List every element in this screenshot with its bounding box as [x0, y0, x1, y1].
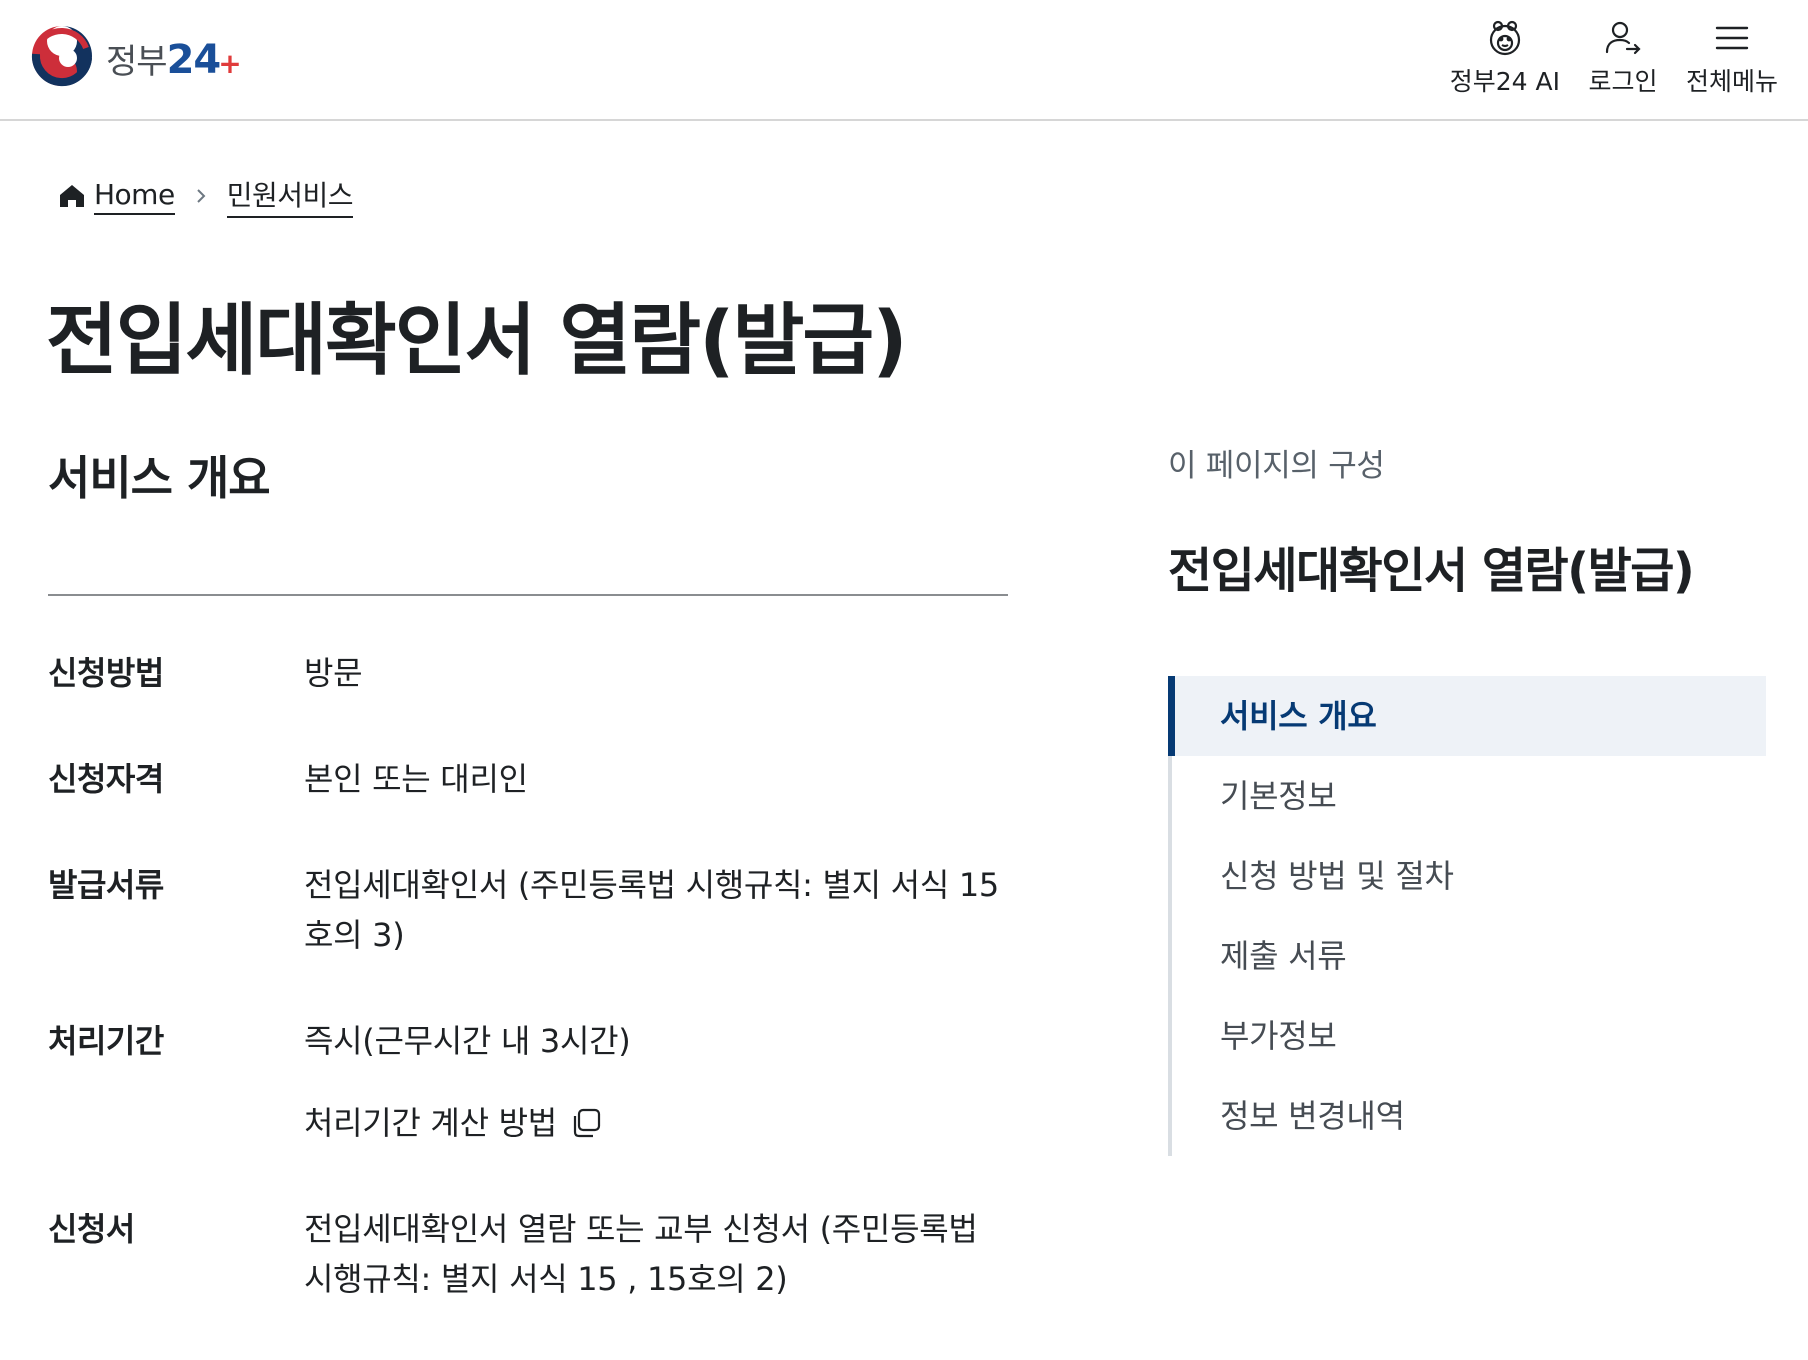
info-label: 신청서 — [48, 1210, 135, 1248]
toc-item-basic-info[interactable]: 기본정보 — [1168, 756, 1766, 836]
info-label: 처리기간 — [48, 1022, 164, 1060]
info-row-document: 발급서류 전입세대확인서 (주민등록법 시행규칙: 별지 서식 15호의 3) — [48, 860, 1008, 960]
login-user-icon — [1603, 18, 1643, 58]
section-divider — [48, 594, 1008, 596]
gov24-ai-label: 정부24 AI — [1449, 67, 1560, 96]
toc-list: 서비스 개요 기본정보 신청 방법 및 절차 제출 서류 부가정보 정보 변경내… — [1168, 676, 1766, 1156]
processing-time-calc-link[interactable]: 처리기간 계산 방법 — [304, 1098, 1008, 1148]
login-label: 로그인 — [1588, 67, 1658, 96]
section-title-overview: 서비스 개요 — [48, 451, 271, 505]
hamburger-menu-icon — [1712, 18, 1752, 58]
breadcrumb-current-link[interactable]: 민원서비스 — [226, 174, 354, 218]
logo-plus: + — [218, 46, 241, 80]
login-button[interactable]: 로그인 — [1578, 18, 1668, 98]
taegeuk-emblem-icon — [30, 24, 94, 92]
toc-item-documents[interactable]: 제출 서류 — [1168, 916, 1766, 996]
toc-item-change-history[interactable]: 정보 변경내역 — [1168, 1076, 1766, 1156]
info-row-eligibility: 신청자격 본인 또는 대리인 — [48, 754, 1008, 804]
all-menu-label: 전체메뉴 — [1685, 67, 1778, 96]
info-row-method: 신청방법 방문 — [48, 648, 1008, 698]
toc-caption: 이 페이지의 구성 — [1168, 448, 1385, 484]
overview-info-list: 신청방법 방문 신청자격 본인 또는 대리인 발급서류 전입세대확인서 (주민등… — [48, 648, 1008, 1360]
new-window-icon — [569, 1106, 603, 1140]
info-value: 전입세대확인서 (주민등록법 시행규칙: 별지 서식 15호의 3) — [304, 866, 999, 954]
info-row-processing-time: 처리기간 즉시(근무시간 내 3시간) 처리기간 계산 방법 — [48, 1016, 1008, 1148]
info-value: 전입세대확인서 열람 또는 교부 신청서 (주민등록법 시행규칙: 별지 서식 … — [304, 1210, 978, 1298]
logo-number: 24 — [166, 36, 222, 83]
site-header: 정부 24 + 정부24 AI 로그인 전체메뉴 — [0, 0, 1808, 121]
info-row-application-form: 신청서 전입세대확인서 열람 또는 교부 신청서 (주민등록법 시행규칙: 별지… — [48, 1204, 1008, 1304]
processing-time-calc-label: 처리기간 계산 방법 — [304, 1104, 557, 1142]
breadcrumb-home-link[interactable]: Home — [94, 178, 175, 215]
info-value: 즉시(근무시간 내 3시간) — [304, 1022, 631, 1060]
info-value-group: 즉시(근무시간 내 3시간) 처리기간 계산 방법 — [304, 1016, 1008, 1148]
info-value: 본인 또는 대리인 — [304, 760, 528, 798]
gov24-logo[interactable]: 정부 24 + — [30, 24, 242, 92]
info-label: 신청자격 — [48, 760, 164, 798]
all-menu-button[interactable]: 전체메뉴 — [1686, 18, 1778, 98]
chevron-right-icon — [193, 186, 209, 206]
toc-item-overview[interactable]: 서비스 개요 — [1168, 676, 1766, 756]
logo-text: 정부 — [106, 41, 168, 82]
info-label: 신청방법 — [48, 654, 164, 692]
ai-mascot-icon — [1485, 18, 1525, 58]
logo-wordmark: 정부 24 + — [106, 34, 242, 83]
page-title: 전입세대확인서 열람(발급) — [46, 296, 908, 386]
utility-nav: 정부24 AI 로그인 전체메뉴 — [1450, 18, 1778, 98]
toc-item-procedure[interactable]: 신청 방법 및 절차 — [1168, 836, 1766, 916]
page-toc: 이 페이지의 구성 전입세대확인서 열람(발급) 서비스 개요 기본정보 신청 … — [1168, 440, 1766, 1156]
toc-title: 전입세대확인서 열람(발급) — [1168, 543, 1695, 599]
info-label: 발급서류 — [48, 866, 164, 904]
gov24-ai-button[interactable]: 정부24 AI — [1450, 18, 1560, 98]
toc-item-additional-info[interactable]: 부가정보 — [1168, 996, 1766, 1076]
home-icon — [58, 182, 86, 210]
breadcrumb: Home 민원서비스 — [58, 174, 354, 218]
info-value: 방문 — [304, 654, 363, 692]
